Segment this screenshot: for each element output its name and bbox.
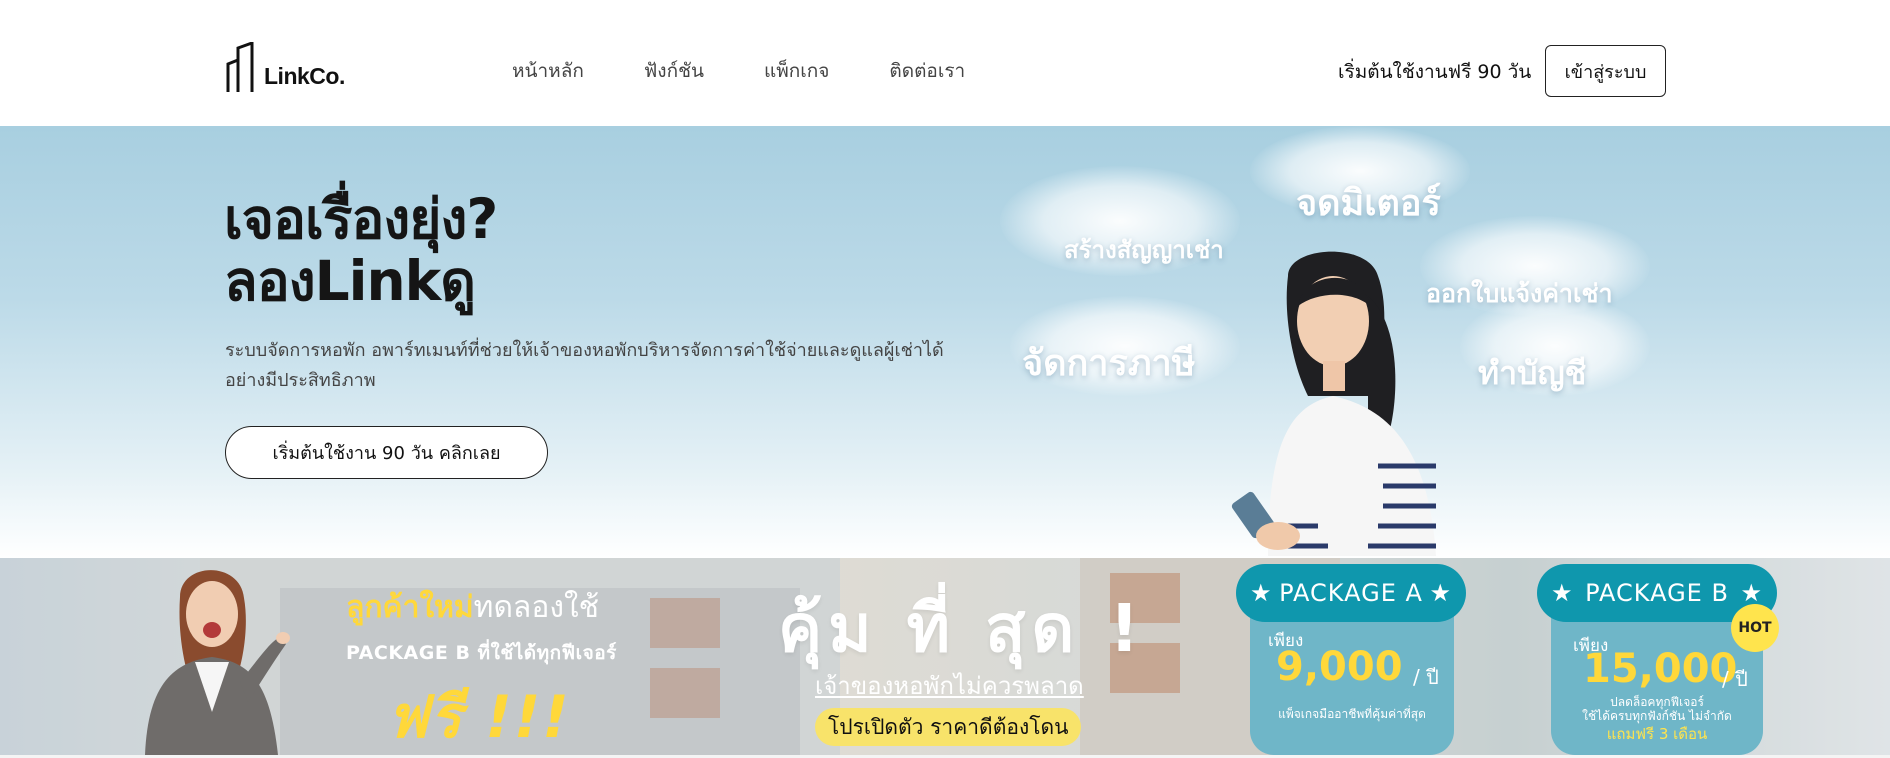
excited-woman-illustration (145, 570, 290, 755)
hero-title-line2-prefix: ลอง (224, 249, 316, 313)
free-label: ฟรี !!! (387, 683, 571, 751)
hero-title: เจอเรื่องยุ่ง? ลองLinkดู (224, 187, 498, 313)
package-a-price: 9,000 (1276, 644, 1403, 690)
menu-item-contact[interactable]: ติดต่อเรา (889, 56, 965, 86)
main-menu: หน้าหลัก ฟังก์ชัน แพ็กเกจ ติดต่อเรา (512, 56, 1025, 86)
brand-name: LinkCo. (264, 63, 345, 89)
package-a-unit: / ปี (1413, 665, 1439, 689)
feature-accounting: ทำบัญชี (1478, 354, 1587, 392)
package-b-note1: ปลดล็อคทุกฟีเจอร์ (1610, 695, 1704, 709)
star-icon: ★ (1551, 579, 1574, 607)
promo-pill: โปรเปิดตัว ราคาดีต้องโดน (815, 708, 1082, 746)
package-b-name: PACKAGE B (1585, 579, 1729, 607)
hot-badge: HOT (1731, 604, 1779, 652)
feature-meter: จดมิเตอร์ (1296, 183, 1441, 224)
package-b-card[interactable]: ★ PACKAGE B ★ HOT เพียง 15,000 / ปี ปลดล… (1537, 564, 1779, 755)
menu-item-functions[interactable]: ฟังก์ชัน (644, 56, 704, 86)
package-a-name: PACKAGE A (1279, 579, 1423, 607)
star-icon: ★ (1250, 579, 1273, 607)
start-trial-button[interactable]: เริ่มต้นใช้งาน 90 วัน คลิกเลย (225, 426, 548, 479)
feature-contract: สร้างสัญญาเช่า (1064, 236, 1224, 264)
hero-title-line2-bold: Link (314, 249, 442, 313)
package-b-unit: / ปี (1722, 667, 1748, 691)
owners-line: เจ้าของหอพักไม่ควรพลาด (815, 672, 1084, 700)
package-a-note: แพ็จเกจมืออาชีพที่คุ้มค่าที่สุด (1278, 707, 1426, 721)
new-customer-heading: ลูกค้าใหม่ทดลองใช้ (346, 584, 599, 631)
menu-item-home[interactable]: หน้าหลัก (512, 56, 584, 86)
star-icon: ★ (1429, 579, 1452, 607)
hero-title-line2-suffix: ดู (440, 249, 476, 313)
free-trial-link[interactable]: เริ่มต้นใช้งานฟรี 90 วัน (1338, 57, 1531, 87)
package-a-header: ★ PACKAGE A ★ (1236, 564, 1466, 622)
hero-description: ระบบจัดการหอพัก อพาร์ทเมนท์ที่ช่วยให้เจ้… (225, 340, 944, 391)
new-customer-highlight: ลูกค้าใหม่ (346, 590, 474, 625)
promo-banner[interactable]: ลูกค้าใหม่ทดลองใช้ PACKAGE B ที่ใช้ได้ทุ… (0, 558, 1890, 755)
package-a-card[interactable]: ★ PACKAGE A ★ เพียง 9,000 / ปี แพ็จเกจมื… (1236, 564, 1466, 755)
menu-item-packages[interactable]: แพ็กเกจ (764, 56, 829, 86)
woman-with-phone-illustration (1231, 251, 1436, 556)
feature-tax: จัดการภาษี (1022, 343, 1196, 384)
package-b-price: 15,000 (1583, 646, 1738, 692)
login-button[interactable]: เข้าสู่ระบบ (1545, 45, 1666, 97)
new-customer-rest: ทดลองใช้ (473, 590, 599, 625)
hero-title-line1: เจอเรื่องยุ่ง? (224, 187, 498, 251)
package-b-note2: ใช้ได้ครบทุกฟังก์ชัน ไม่จำกัด (1582, 709, 1732, 723)
brand-logo[interactable]: LinkCo. (226, 42, 345, 92)
package-b-bonus: แถมฟรี 3 เดือน (1606, 725, 1708, 743)
building-icon (226, 42, 254, 92)
top-navigation: LinkCo. หน้าหลัก ฟังก์ชัน แพ็กเกจ ติดต่อ… (0, 0, 1890, 126)
hero-section: เจอเรื่องยุ่ง? ลองLinkดู ระบบจัดการหอพัก… (0, 126, 1890, 558)
package-b-line: PACKAGE B ที่ใช้ได้ทุกฟีเจอร์ (346, 642, 617, 664)
